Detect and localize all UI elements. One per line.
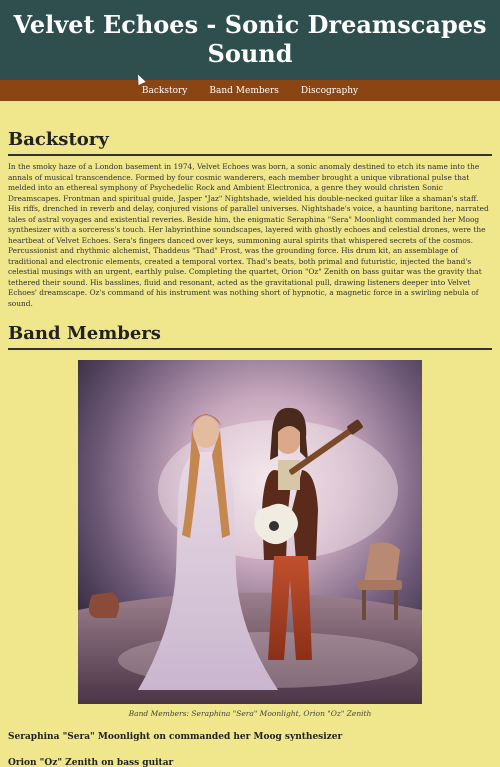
band-photo-figure: Band Members: Seraphina "Sera" Moonlight… bbox=[78, 360, 422, 718]
member-line-sera: Seraphina "Sera" Moonlight on commanded … bbox=[8, 732, 343, 743]
nav-link-backstory[interactable]: Backstory bbox=[142, 86, 188, 96]
nav-link-band-members[interactable]: Band Members bbox=[209, 86, 278, 96]
backstory-paragraph: In the smoky haze of a London basement i… bbox=[8, 162, 489, 308]
band-members-section: Band Members Band Members: Seraphina "Se… bbox=[0, 309, 500, 767]
site-header: Velvet Echoes - Sonic Dreamscapes Sound bbox=[0, 0, 500, 86]
page: Velvet Echoes - Sonic Dreamscapes Sound … bbox=[0, 0, 500, 767]
band-photo-caption: Band Members: Seraphina "Sera" Moonlight… bbox=[128, 709, 372, 719]
member-line-oz: Orion "Oz" Zenith on bass guitar bbox=[8, 758, 174, 767]
backstory-section: Backstory In the smoky haze of a London … bbox=[0, 101, 500, 309]
nav-link-discography[interactable]: Discography bbox=[301, 86, 358, 96]
band-members-heading: Band Members bbox=[8, 309, 492, 351]
site-title: Velvet Echoes - Sonic Dreamscapes Sound bbox=[13, 10, 487, 68]
main-nav: Backstory Band Members Discography bbox=[0, 80, 500, 101]
band-photo-image bbox=[78, 360, 422, 705]
backstory-heading: Backstory bbox=[8, 101, 492, 156]
